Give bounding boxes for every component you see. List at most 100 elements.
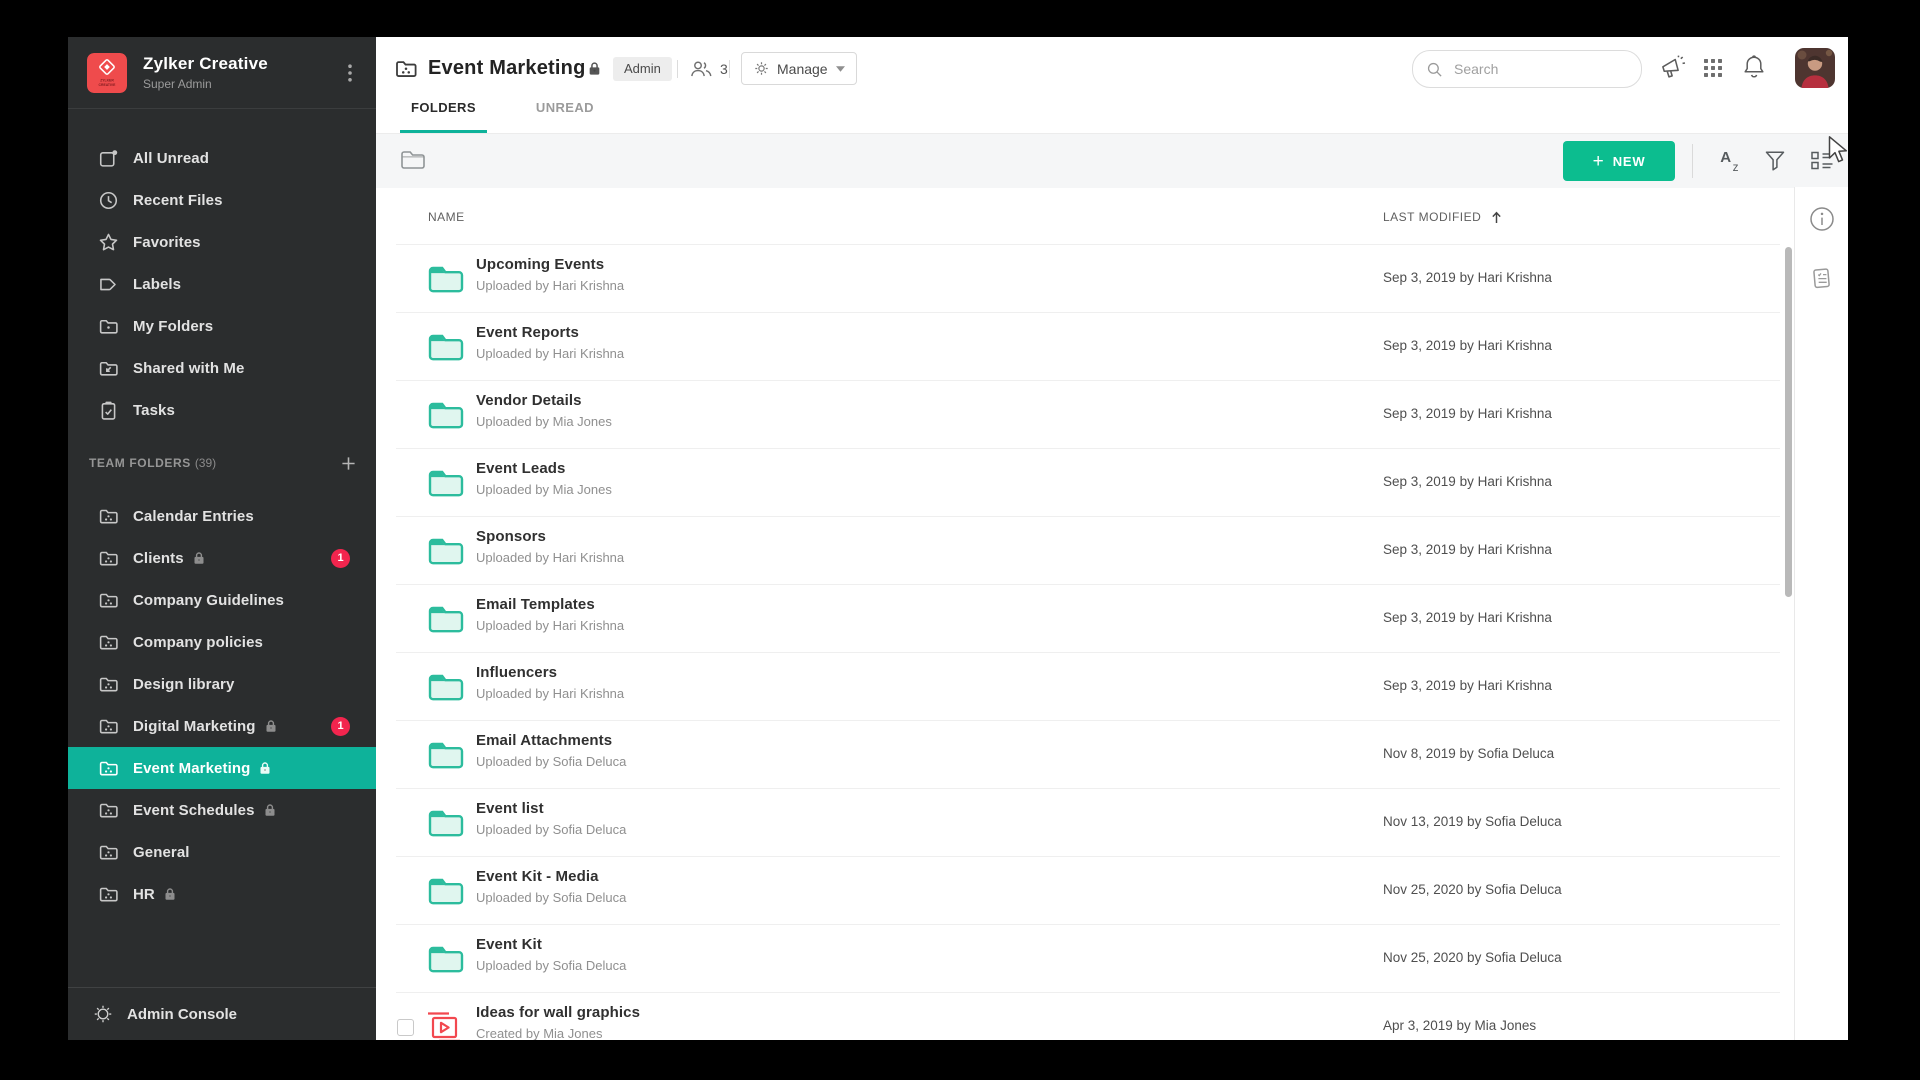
sidebar-item[interactable]: Labels [68,263,376,305]
user-avatar[interactable] [1795,48,1835,88]
sidebar-item[interactable]: All Unread [68,137,376,179]
sidebar-item[interactable]: Favorites [68,221,376,263]
folder-view-icon[interactable] [400,149,426,171]
tab-folders[interactable]: FOLDERS [400,100,487,133]
team-folder-item[interactable]: Event Marketing [68,747,376,789]
table-row[interactable]: Vendor Details Uploaded by Mia Jones Sep… [376,381,1795,449]
add-team-folder-plus-icon[interactable] [341,456,356,471]
sidebar-item[interactable]: Tasks [68,389,376,431]
main-area: Event Marketing Admin 3 Manage Search FO… [376,37,1848,1040]
item-name[interactable]: Email Templates [476,596,624,613]
topbar: Event Marketing Admin 3 Manage [376,37,1848,100]
table-row[interactable]: Event Leads Uploaded by Mia Jones Sep 3,… [376,449,1795,517]
item-last-modified: Nov 25, 2020 by Sofia Deluca [1383,882,1562,897]
admin-console-button[interactable]: Admin Console [68,987,376,1040]
item-name[interactable]: Event Kit [476,936,626,953]
divider [1692,144,1693,178]
lock-icon [259,761,271,775]
team-folder-icon [98,800,119,821]
item-last-modified: Sep 3, 2019 by Hari Krishna [1383,338,1552,353]
team-folder-icon [98,632,119,653]
team-folder-item[interactable]: Design library [68,663,376,705]
sidebar-item[interactable]: My Folders [68,305,376,347]
tab-unread[interactable]: UNREAD [525,100,605,133]
sort-az-icon[interactable]: Az [1717,147,1745,173]
table-row[interactable]: Event Kit Uploaded by Sofia Deluca Nov 2… [376,925,1795,993]
item-name[interactable]: Upcoming Events [476,256,624,273]
team-folders-list: Calendar Entries Clients 1 Company Guide… [68,495,376,915]
divider [729,60,730,78]
item-name[interactable]: Event list [476,800,626,817]
announcements-megaphone-icon[interactable] [1660,55,1687,81]
sidebar-item[interactable]: Recent Files [68,179,376,221]
item-name[interactable]: Event Leads [476,460,612,477]
table-row[interactable]: Upcoming Events Uploaded by Hari Krishna… [376,245,1795,313]
item-subtitle: Uploaded by Mia Jones [476,482,612,497]
filter-icon[interactable] [1764,149,1786,171]
item-name[interactable]: Sponsors [476,528,624,545]
item-last-modified: Sep 3, 2019 by Hari Krishna [1383,474,1552,489]
lock-icon [265,719,277,733]
table-row[interactable]: Sponsors Uploaded by Hari Krishna Sep 3,… [376,517,1795,585]
unread-count-badge: 1 [331,716,350,736]
svg-text:A: A [1720,149,1731,166]
lock-icon [164,887,176,901]
team-folder-item[interactable]: Clients 1 [68,537,376,579]
team-folder-item[interactable]: Company Guidelines [68,579,376,621]
team-folder-item[interactable]: Calendar Entries [68,495,376,537]
item-name[interactable]: Ideas for wall graphics [476,1004,640,1021]
table-row[interactable]: Event Kit - Media Uploaded by Sofia Delu… [376,857,1795,925]
item-subtitle: Uploaded by Sofia Deluca [476,958,627,973]
item-name[interactable]: Vendor Details [476,392,612,409]
apps-grid-icon[interactable] [1704,59,1722,77]
team-folder-item[interactable]: General [68,831,376,873]
notifications-bell-icon[interactable] [1742,54,1766,80]
column-header-last-modified[interactable]: LAST MODIFIED [1383,210,1502,224]
table-row[interactable]: Email Attachments Uploaded by Sofia Delu… [376,721,1795,789]
team-folder-item[interactable]: HR [68,873,376,915]
shared-with-me-icon [98,358,119,379]
team-folder-icon [98,758,119,779]
item-name[interactable]: Event Kit - Media [476,868,626,885]
workspace-menu-kebab-icon[interactable] [340,63,360,82]
item-subtitle: Uploaded by Sofia Deluca [476,890,627,905]
table-row[interactable]: Event list Uploaded by Sofia Deluca Nov … [376,789,1795,857]
item-last-modified: Nov 8, 2019 by Sofia Deluca [1383,746,1555,761]
item-name[interactable]: Influencers [476,664,624,681]
team-folder-item[interactable]: Company policies [68,621,376,663]
table-row[interactable]: Email Templates Uploaded by Hari Krishna… [376,585,1795,653]
folder-icon [428,672,464,702]
plus-icon: + [1592,150,1604,172]
item-subtitle: Uploaded by Sofia Deluca [476,822,627,837]
item-name[interactable]: Email Attachments [476,732,626,749]
folder-icon [428,536,464,566]
workspace-header: ZYLKER CREATIVE Zylker Creative Super Adm… [68,37,376,109]
vertical-scrollbar[interactable] [1785,247,1792,597]
new-button[interactable]: + NEW [1563,141,1675,181]
row-checkbox[interactable] [397,1019,414,1036]
item-last-modified: Nov 25, 2020 by Sofia Deluca [1383,950,1562,965]
notes-icon[interactable] [1809,265,1835,291]
info-icon[interactable] [1809,206,1835,232]
team-folder-icon [98,506,119,527]
chevron-down-icon [835,65,845,72]
folders-table: NAME LAST MODIFIED Upcoming Events Uploa… [376,187,1795,1040]
item-subtitle: Uploaded by Hari Krishna [476,278,625,293]
list-view-icon[interactable] [1810,150,1835,171]
team-folder-item[interactable]: Digital Marketing 1 [68,705,376,747]
table-row[interactable]: Influencers Uploaded by Hari Krishna Sep… [376,653,1795,721]
item-name[interactable]: Event Reports [476,324,624,341]
search-input[interactable] [1452,60,1616,78]
team-folders-title: TEAM FOLDERS [89,456,191,470]
item-subtitle: Uploaded by Sofia Deluca [476,754,627,769]
labels-icon [98,274,119,295]
manage-button[interactable]: Manage [741,52,857,85]
sidebar-item[interactable]: Shared with Me [68,347,376,389]
table-row[interactable]: Event Reports Uploaded by Hari Krishna S… [376,313,1795,381]
team-folder-title-icon [393,57,419,81]
team-folder-icon [98,674,119,695]
table-row[interactable]: Ideas for wall graphics Created by Mia J… [376,993,1795,1040]
recent-files-icon [98,190,119,211]
members-count-button[interactable]: 3 [689,59,728,78]
team-folder-item[interactable]: Event Schedules [68,789,376,831]
